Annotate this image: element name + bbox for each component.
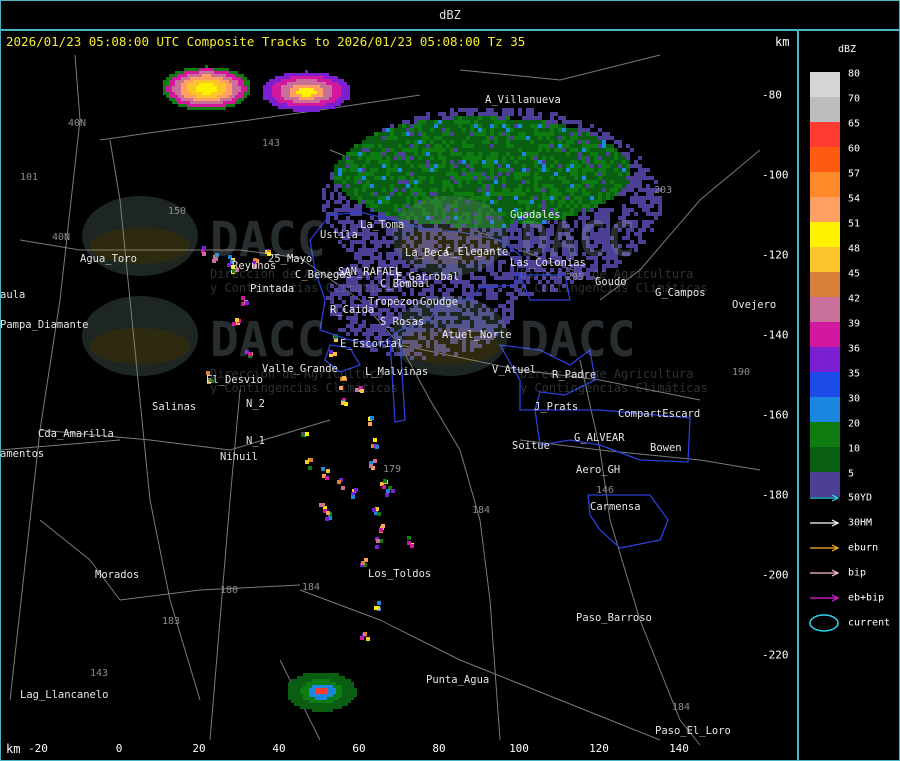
legend-swatch-label: 5 [848, 468, 855, 480]
legend-swatch-label: 36 [848, 343, 861, 355]
legend-swatch [810, 272, 840, 297]
x-tick: 120 [589, 742, 609, 755]
legend-swatch-label: 60 [848, 143, 861, 155]
legend-swatch-label: 54 [848, 193, 861, 205]
legend-swatch [810, 372, 840, 397]
legend-swatch [810, 97, 840, 122]
legend-swatch [810, 222, 840, 247]
track-arrow-icon [810, 594, 840, 602]
x-axis-unit: km [6, 742, 21, 756]
track-arrow-icon [810, 544, 840, 552]
track-label: eb+bip [848, 592, 885, 604]
legend-swatch-label: 51 [848, 218, 861, 230]
legend-swatch-label: 35 [848, 368, 861, 380]
y-tick: -220 [762, 648, 789, 662]
legend-swatch [810, 347, 840, 372]
legend-swatch [810, 397, 840, 422]
track-arrow-icon [810, 519, 840, 527]
track-label: 30HM [848, 517, 873, 529]
title-bar: dBZ [0, 0, 900, 30]
composite-header: 2026/01/23 05:08:00 UTC Composite Tracks… [6, 34, 526, 49]
legend-swatch [810, 322, 840, 347]
track-arrow-icon [810, 569, 840, 577]
legend-swatch-label: 48 [848, 243, 861, 255]
y-tick: -120 [762, 248, 789, 262]
y-tick: -180 [762, 488, 789, 502]
x-tick: 140 [669, 742, 689, 755]
legend-swatch-label: 20 [848, 418, 861, 430]
window-title: dBZ [439, 8, 461, 22]
legend-swatch [810, 147, 840, 172]
legend-swatch-label: 70 [848, 93, 861, 105]
legend-swatch [810, 247, 840, 272]
legend-swatch-label: 30 [848, 393, 861, 405]
track-label: eburn [848, 542, 879, 554]
y-tick: -100 [762, 168, 789, 182]
legend-swatch [810, 422, 840, 447]
x-tick: 80 [432, 742, 446, 755]
track-label: bip [848, 567, 867, 579]
x-tick: -20 [28, 742, 48, 755]
x-tick: 0 [115, 742, 123, 755]
legend-swatch [810, 72, 840, 97]
legend-swatch-label: 45 [848, 268, 861, 280]
y-tick: -140 [762, 328, 789, 342]
legend-swatch-label: 57 [848, 168, 861, 180]
current-label: current [848, 617, 891, 629]
y-tick: -200 [762, 568, 789, 582]
legend-swatch [810, 172, 840, 197]
header-unit: km [775, 35, 790, 49]
track-label: 50YD [848, 492, 873, 504]
x-tick: 20 [192, 742, 206, 755]
legend-swatch [810, 197, 840, 222]
legend-swatch-label: 39 [848, 318, 861, 330]
current-ellipse-icon [809, 614, 839, 632]
map-panel[interactable] [0, 30, 798, 761]
y-tick: -160 [762, 408, 789, 422]
legend-swatch [810, 447, 840, 472]
track-arrow-icon [810, 494, 840, 502]
legend-swatch-label: 10 [848, 443, 861, 455]
legend-swatch-label: 65 [848, 118, 861, 130]
legend-swatch [810, 297, 840, 322]
legend-swatch [810, 122, 840, 147]
y-tick: -80 [762, 88, 782, 102]
x-tick: 60 [352, 742, 366, 755]
legend-title: dBZ [838, 44, 857, 55]
legend-swatch-label: 42 [848, 293, 861, 305]
legend-swatch-label: 80 [848, 68, 861, 80]
x-tick: 40 [272, 742, 286, 755]
x-tick: 100 [509, 742, 529, 755]
